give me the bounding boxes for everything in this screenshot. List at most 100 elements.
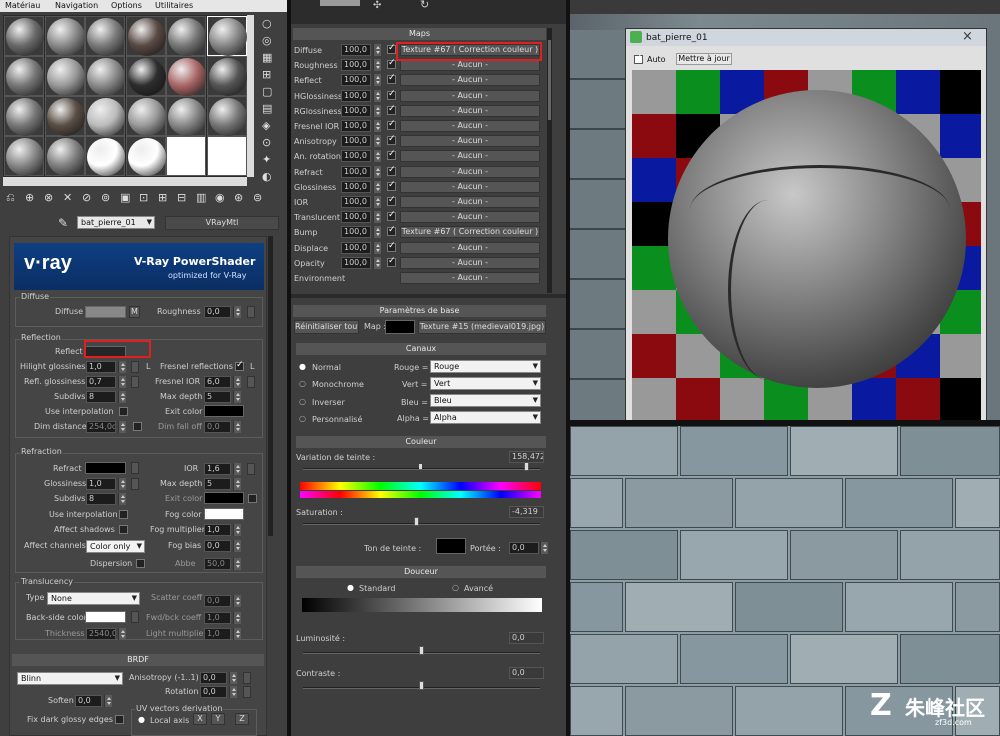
material-type-button[interactable]: VRayMtl: [165, 216, 279, 230]
preview-close-button[interactable]: ×: [962, 29, 973, 44]
map-row-slot[interactable]: - Aucun -: [400, 180, 540, 193]
douceur-header[interactable]: Douceur: [296, 566, 546, 578]
editor-tool-icon[interactable]: ▣: [120, 191, 130, 204]
map-row-checkbox[interactable]: [387, 149, 396, 161]
variation-thumb[interactable]: [524, 462, 529, 471]
sample-slot-empty[interactable]: [206, 136, 247, 176]
luminosite-field[interactable]: 0,0: [509, 632, 544, 644]
sample-slot[interactable]: [4, 136, 44, 176]
fresnel-ior-field[interactable]: 6,0: [204, 376, 231, 388]
refr-max-depth-field[interactable]: 5: [204, 478, 231, 490]
map-row-checkbox[interactable]: [387, 119, 396, 130]
diffuse-map-button[interactable]: M: [129, 306, 140, 318]
editor-tool-icon[interactable]: ⊛: [234, 191, 243, 204]
exit-color-swatch[interactable]: [204, 405, 244, 417]
dim-falloff-field[interactable]: 0,0: [204, 421, 231, 433]
rouge-dropdown[interactable]: Rouge: [430, 360, 541, 373]
map-row-checkbox[interactable]: [387, 210, 396, 222]
roughness-spinner[interactable]: [233, 306, 241, 318]
editor-tool-icon[interactable]: ⊞: [158, 191, 167, 204]
menu-materiau[interactable]: Matériau: [5, 1, 40, 10]
dispersion-checkbox[interactable]: [136, 559, 145, 568]
map-row-spinner[interactable]: [373, 165, 381, 178]
refr-exit-color-swatch[interactable]: [204, 492, 244, 504]
map-row-checkbox[interactable]: [387, 165, 396, 176]
map-row-amount[interactable]: 100,0: [341, 180, 371, 193]
map-row-checkbox[interactable]: [387, 58, 396, 70]
editor-tool-icon[interactable]: ⊕: [25, 191, 34, 204]
fog-bias-field[interactable]: 0,0: [204, 540, 231, 552]
aniso-map-button[interactable]: [243, 672, 251, 684]
fresnel-ior-spinner[interactable]: [233, 376, 241, 388]
map-preview-swatch[interactable]: [385, 320, 415, 334]
side-tool-icon[interactable]: ⊞: [262, 68, 271, 81]
fog-mult-field[interactable]: 1,0: [204, 524, 231, 536]
portee-field[interactable]: 0,0: [509, 542, 539, 554]
move-icon[interactable]: ✣: [373, 0, 381, 11]
affect-shadows-checkbox[interactable]: [119, 525, 128, 534]
radio-standard[interactable]: ●: [347, 583, 354, 592]
subdivs-field[interactable]: 8: [86, 391, 116, 403]
hilight-spinner[interactable]: [118, 361, 126, 373]
base-header[interactable]: Paramètres de base: [293, 305, 546, 317]
fresnel-checkbox[interactable]: [235, 360, 244, 371]
map-row-spinner[interactable]: [373, 241, 381, 254]
dim-distance-spinner[interactable]: [118, 421, 126, 433]
sample-slot[interactable]: [125, 136, 166, 176]
sample-slot[interactable]: [44, 136, 85, 176]
map-row-spinner[interactable]: [373, 135, 381, 148]
maps-header[interactable]: Maps: [293, 28, 546, 40]
aniso-spinner[interactable]: [229, 672, 237, 684]
map-row-slot[interactable]: - Aucun -: [400, 196, 540, 208]
map-row-slot[interactable]: - Aucun -: [400, 135, 540, 148]
map-row-checkbox[interactable]: [387, 134, 396, 146]
sample-slot[interactable]: [125, 96, 166, 136]
axis-x-button[interactable]: X: [193, 713, 207, 725]
light-mult-field[interactable]: 1,0: [204, 628, 231, 640]
map-row-amount[interactable]: 100,0: [341, 211, 371, 224]
soften-spinner[interactable]: [104, 695, 112, 707]
refract-map-button[interactable]: [131, 462, 139, 474]
sample-slot[interactable]: [206, 56, 247, 96]
map-row-amount[interactable]: 100,0: [341, 196, 371, 208]
texture-15-button[interactable]: Texture #15 (medieval019.jpg): [418, 320, 546, 334]
sample-slot[interactable]: [166, 16, 206, 56]
side-tool-icon[interactable]: ▢: [262, 85, 272, 98]
side-tool-icon[interactable]: ◐: [262, 170, 272, 183]
map-row-checkbox[interactable]: [387, 73, 396, 85]
map-row-amount[interactable]: 100,0: [341, 165, 371, 178]
sample-slot[interactable]: [125, 56, 166, 96]
map-row-checkbox[interactable]: [387, 89, 396, 100]
refl-gloss-field[interactable]: 0,7: [86, 376, 116, 388]
map-row-amount[interactable]: 100,0: [341, 135, 371, 148]
map-row-spinner[interactable]: [373, 211, 381, 224]
thickness-spinner[interactable]: [118, 628, 126, 640]
refr-gloss-field[interactable]: 1,0: [86, 478, 116, 490]
ior-map-button[interactable]: [247, 463, 255, 475]
max-depth-field[interactable]: 5: [204, 391, 231, 403]
scatter-field[interactable]: 0,0: [204, 595, 231, 607]
refr-max-depth-spinner[interactable]: [233, 478, 241, 490]
map-row-checkbox[interactable]: [387, 43, 396, 54]
affect-channels-dropdown[interactable]: Color only: [86, 540, 145, 553]
map-row-slot[interactable]: - Aucun -: [400, 256, 540, 269]
saturation-field[interactable]: -4,319: [509, 506, 544, 518]
saturation-track[interactable]: [303, 523, 540, 525]
thickness-field[interactable]: 2540,0: [86, 628, 116, 640]
map-row-spinner[interactable]: [373, 180, 381, 193]
fix-dark-checkbox[interactable]: [115, 715, 124, 724]
ior-spinner[interactable]: [233, 463, 241, 475]
map-row-checkbox[interactable]: [387, 256, 396, 267]
radio-perso[interactable]: ○: [299, 414, 306, 423]
top-field[interactable]: [320, 0, 360, 6]
sample-slot[interactable]: [4, 56, 44, 96]
map-row-amount[interactable]: 100,0: [341, 104, 371, 117]
soften-field[interactable]: 0,0: [75, 695, 102, 707]
luminosite-thumb[interactable]: [419, 646, 424, 655]
side-tool-icon[interactable]: ◈: [262, 119, 270, 132]
fresnel-lock[interactable]: L: [250, 362, 254, 371]
editor-tool-icon[interactable]: ⊚: [101, 191, 110, 204]
axis-z-button[interactable]: Z: [235, 713, 249, 725]
map-row-slot[interactable]: - Aucun -: [400, 104, 540, 117]
sample-slot[interactable]: [206, 16, 247, 56]
